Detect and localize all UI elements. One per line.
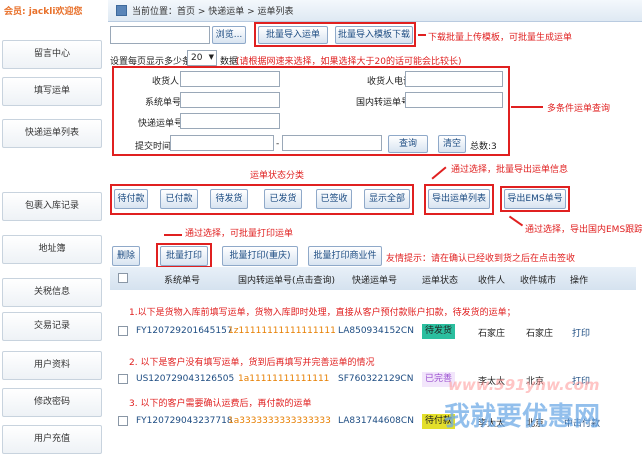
batch-import-button[interactable]: 批量导入运单	[258, 26, 328, 44]
header-express-no: 快递运单号	[352, 276, 398, 286]
location-icon	[116, 5, 127, 16]
watermark-brand: 我就要优惠网	[444, 402, 601, 432]
clear-button[interactable]: 清空	[438, 135, 466, 153]
row-order-no[interactable]: FY120729043237718	[136, 416, 233, 426]
friendly-tip: 友情提示：请在确认已经收到货之后在点击签收	[386, 254, 576, 264]
order-no-input[interactable]	[180, 92, 280, 108]
header-receiver: 收件人	[478, 276, 506, 286]
row-domestic-no[interactable]: 1a11111111111111	[238, 374, 329, 384]
filter-shipped-button[interactable]: 已发货	[264, 189, 302, 209]
pagesize-value: 20	[191, 53, 203, 63]
header-operation: 操作	[570, 276, 589, 286]
row-order-no[interactable]: US120729043126505	[136, 374, 234, 384]
breadcrumb-bar: 当前位置：首页 > 快递运单 > 运单列表	[108, 0, 642, 22]
row-op-link[interactable]: 打印	[572, 326, 590, 339]
export-ems-button[interactable]: 导出EMS单号	[504, 189, 566, 209]
row-checkbox[interactable]	[118, 326, 128, 336]
watermark-url: www.591yhw.com	[448, 376, 600, 394]
delete-button[interactable]: 删除	[112, 246, 140, 266]
sidebar-item-fill-waybill[interactable]: 填写运单	[2, 77, 102, 106]
table-row[interactable]: FY120729201645157 1z11111111111111111 LA…	[110, 322, 636, 342]
sidebar-item-change-password[interactable]: 修改密码	[2, 388, 102, 417]
status-badge: 待发货	[422, 324, 456, 339]
domestic-no-label: 国内转运单号	[356, 98, 411, 108]
export-ems-arrow	[508, 215, 524, 227]
export-list-note: 通过选择，批量导出运单信息	[451, 165, 569, 175]
receiver-input[interactable]	[180, 71, 280, 87]
section-note-3: 3. 以下的客户需要确认运费后，再付款的运单	[129, 399, 312, 409]
browse-button[interactable]: 浏览...	[212, 26, 246, 44]
express-no-input[interactable]	[180, 113, 280, 129]
order-no-label: 系统单号	[145, 98, 182, 108]
sidebar-item-waybill-list[interactable]: 快递运单列表	[2, 119, 102, 148]
export-list-arrow	[431, 166, 447, 180]
row-domestic-no[interactable]: 1a3333333333333333	[228, 416, 331, 426]
chevron-down-icon: ▼	[208, 53, 214, 61]
pagesize-select[interactable]: 20 ▼	[187, 50, 217, 66]
print-arrow	[164, 234, 182, 236]
time-separator: -	[276, 139, 280, 149]
header-city: 收件城市	[520, 276, 557, 286]
time-start-input[interactable]	[170, 135, 274, 151]
row-express-no[interactable]: LA831744608CN	[338, 416, 414, 426]
export-list-button[interactable]: 导出运单列表	[428, 189, 490, 209]
filter-paid-button[interactable]: 已付款	[160, 189, 198, 209]
section-note-2: 2. 以下是客户没有填写运单，货到后再填写并完善运单的情况	[129, 358, 375, 368]
receiver-phone-input[interactable]	[405, 71, 503, 87]
query-button[interactable]: 查询	[388, 135, 428, 153]
template-download-button[interactable]: 批量导入模板下载	[335, 26, 413, 44]
sidebar: 会员: jackli欢迎您 留言中心 填写运单 快递运单列表 包裹入库记录 地址…	[0, 0, 108, 454]
user-prefix: 会员:	[4, 7, 26, 17]
batch-print-merchant-button[interactable]: 批量打印商业件	[308, 246, 382, 266]
filter-signed-button[interactable]: 已签收	[316, 189, 352, 209]
select-all-checkbox[interactable]	[118, 273, 128, 283]
user-greeting: 会员: jackli欢迎您	[0, 0, 108, 24]
sidebar-item-tariff[interactable]: 关税信息	[2, 278, 102, 307]
filter-unpaid-button[interactable]: 待付款	[114, 189, 148, 209]
row-express-no[interactable]: SF760322129CN	[338, 374, 413, 384]
import-note: 下载批量上传模板，可批量生成运单	[428, 33, 573, 43]
row-receiver: 石家庄	[478, 329, 506, 339]
export-ems-note: 通过选择，导出国内EMS跟踪号	[525, 225, 642, 235]
search-arrow	[511, 106, 543, 108]
header-order-no: 系统单号	[164, 276, 201, 286]
table-header: 系统单号 国内转运单号(点击查询) 快递运单号 运单状态 收件人 收件城市 操作	[110, 267, 636, 290]
sidebar-item-messages[interactable]: 留言中心	[2, 40, 102, 69]
batch-print-button[interactable]: 批量打印	[160, 246, 208, 266]
user-name: jackli欢迎您	[28, 7, 83, 17]
time-end-input[interactable]	[282, 135, 382, 151]
filter-all-button[interactable]: 显示全部	[364, 189, 410, 209]
express-no-label: 快递运单号	[138, 119, 184, 129]
row-checkbox[interactable]	[118, 374, 128, 384]
row-express-no[interactable]: LA850934152CN	[338, 326, 414, 336]
time-label: 提交时间:	[135, 142, 175, 152]
sidebar-item-user-profile[interactable]: 用户资料	[2, 351, 102, 380]
print-note: 通过选择，可批量打印运单	[185, 229, 294, 239]
sidebar-item-transactions[interactable]: 交易记录	[2, 312, 102, 341]
breadcrumb: 当前位置：首页 > 快递运单 > 运单列表	[132, 7, 294, 17]
section-note-1: 1.以下是货物入库前填写运单，货物入库即时处理，直接从客户预付款账户扣款，待发货…	[129, 308, 516, 318]
row-checkbox[interactable]	[118, 416, 128, 426]
filter-pending-shipment-button[interactable]: 待发货	[210, 189, 248, 209]
batch-print-chongqing-button[interactable]: 批量打印(重庆)	[222, 246, 298, 266]
total-count: 总数:3	[470, 142, 497, 152]
row-order-no[interactable]: FY120729201645157	[136, 326, 233, 336]
status-filter-note: 运单状态分类	[250, 171, 305, 181]
header-domestic-no: 国内转运单号(点击查询)	[238, 276, 336, 286]
file-path-input[interactable]	[110, 26, 210, 44]
receiver-label: 收货人	[152, 77, 180, 87]
sidebar-item-address-book[interactable]: 地址簿	[2, 235, 102, 264]
search-note: 多条件运单查询	[547, 104, 611, 114]
row-domestic-no[interactable]: 1z11111111111111111	[228, 326, 336, 336]
domestic-no-input[interactable]	[405, 92, 503, 108]
row-city: 石家庄	[526, 329, 554, 339]
sidebar-item-parcel-records[interactable]: 包裹入库记录	[2, 192, 102, 221]
header-status: 运单状态	[422, 276, 459, 286]
import-arrow	[418, 34, 426, 36]
